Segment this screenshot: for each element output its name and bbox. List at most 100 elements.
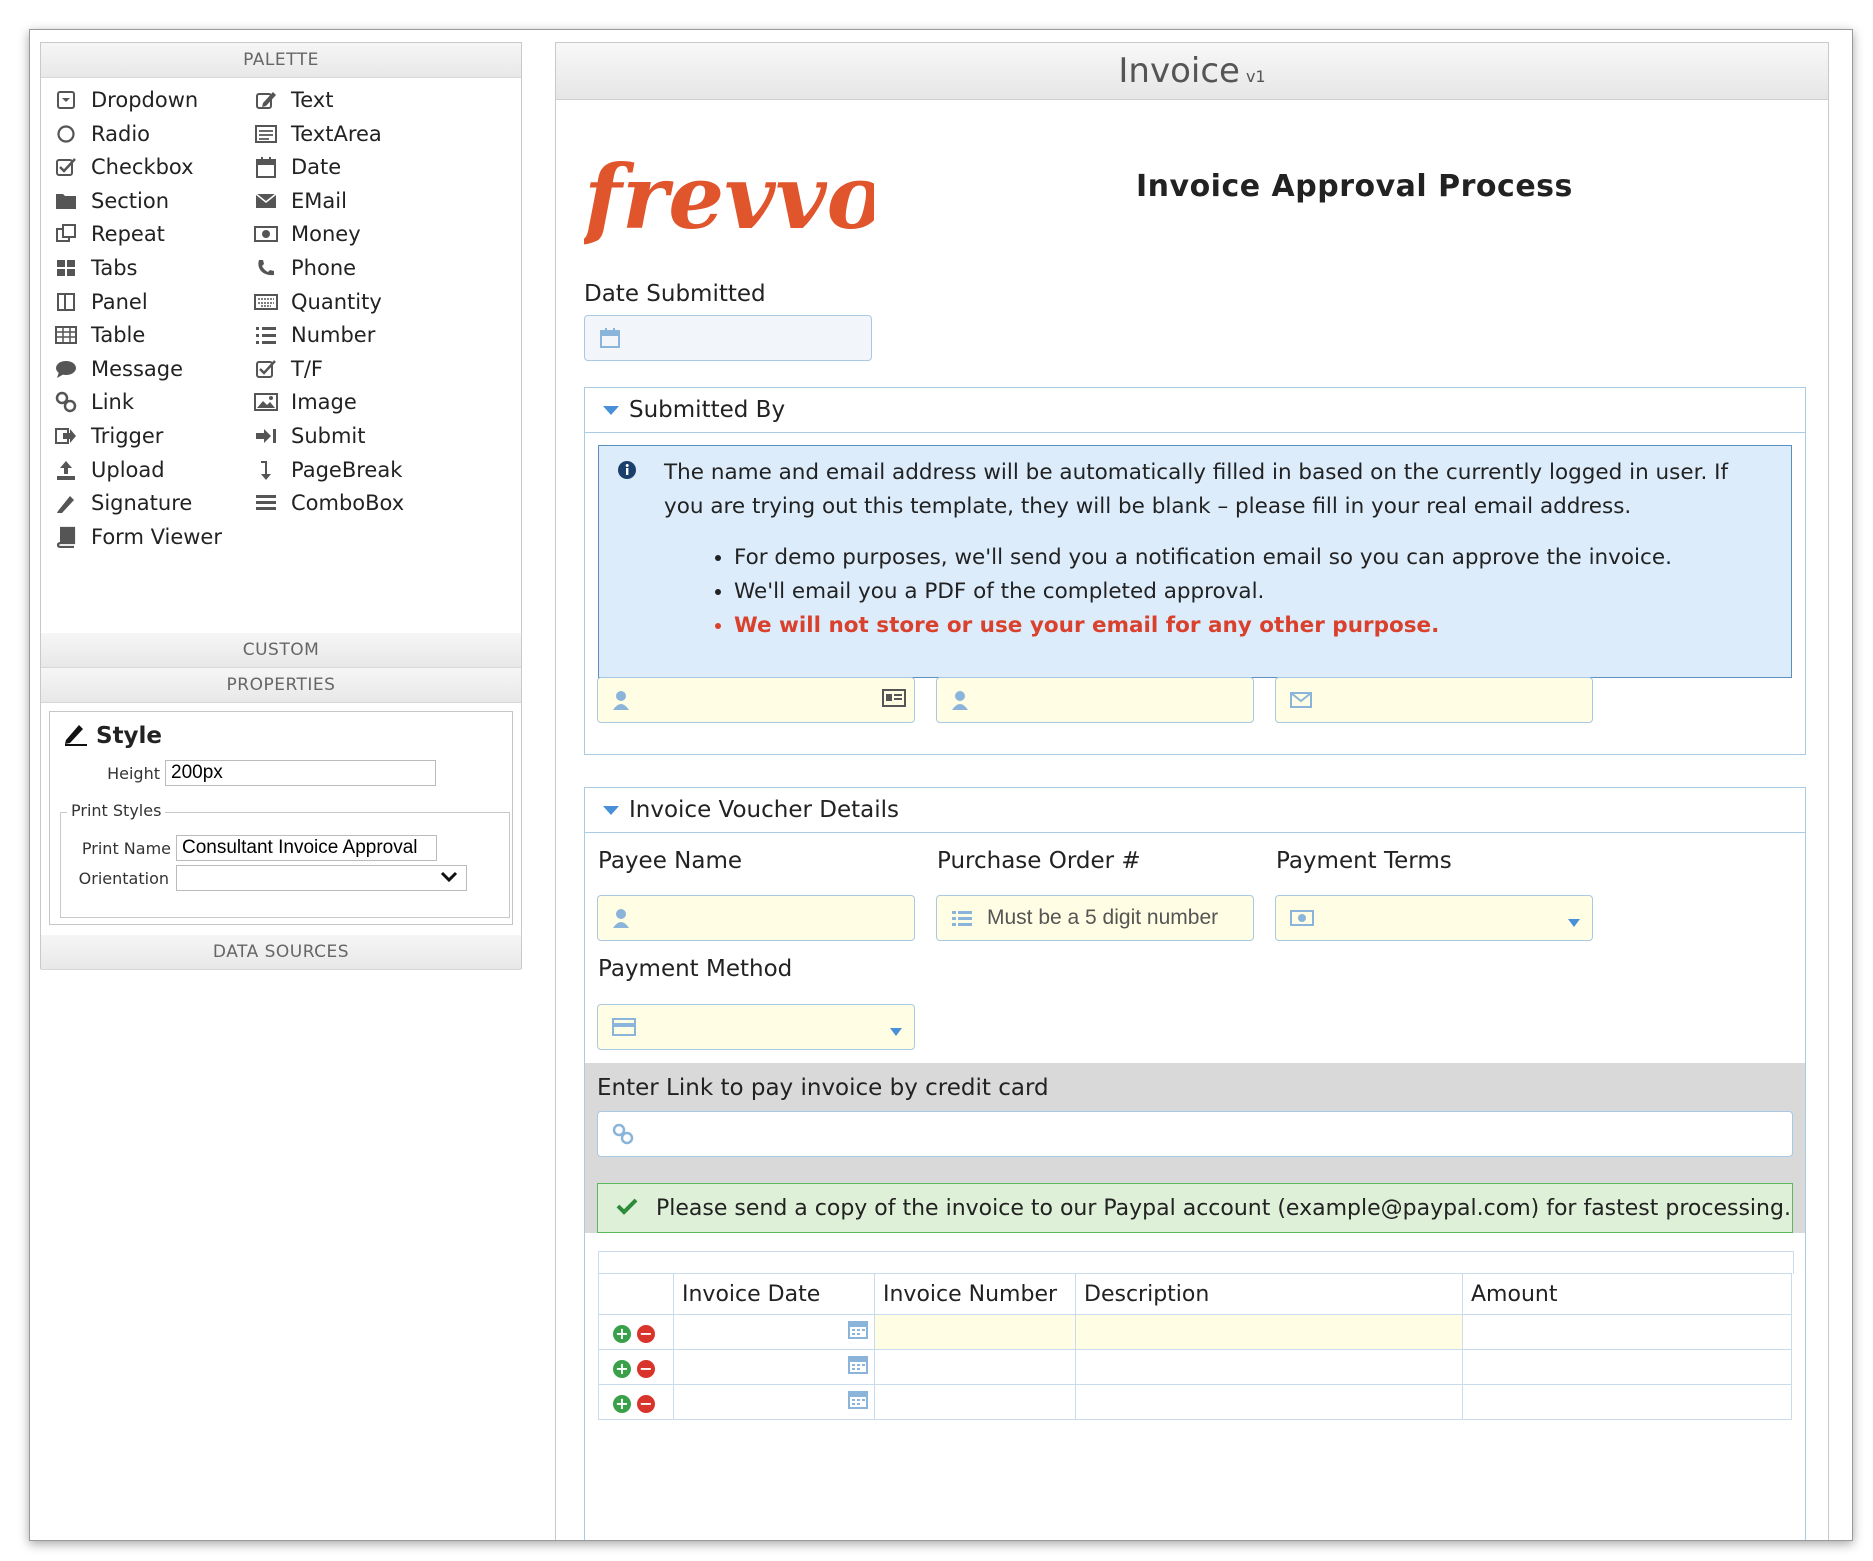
palette-item-email[interactable]: EMail <box>253 189 347 213</box>
invoice-date-cell[interactable] <box>673 1349 875 1385</box>
palette-item-combobox[interactable]: ComboBox <box>253 491 404 515</box>
palette-item-trigger[interactable]: Trigger <box>53 424 163 448</box>
palette-item-link[interactable]: Link <box>53 390 134 414</box>
table-caption-bar <box>598 1251 1794 1274</box>
palette-item-radio[interactable]: Radio <box>53 122 150 146</box>
calendar-icon[interactable] <box>848 1355 868 1380</box>
calendar-icon[interactable] <box>848 1320 868 1345</box>
palette-item-phone[interactable]: Phone <box>253 256 356 280</box>
info-bullets: For demo purposes, we'll send you a noti… <box>709 541 1672 643</box>
purchase-order-input[interactable]: Must be a 5 digit number <box>936 895 1254 941</box>
invoice-voucher-header[interactable]: Invoice Voucher Details <box>585 788 1805 833</box>
invoice-date-cell[interactable] <box>673 1314 875 1350</box>
palette-item-submit[interactable]: Submit <box>253 424 366 448</box>
remove-row-icon[interactable]: − <box>637 1394 655 1413</box>
palette-item-number[interactable]: Number <box>253 323 375 347</box>
amount-cell[interactable] <box>1462 1349 1792 1385</box>
palette-item-repeat[interactable]: Repeat <box>53 222 165 246</box>
money-icon <box>1290 909 1314 927</box>
credit-card-link-input[interactable] <box>597 1111 1793 1157</box>
table-header-invoice-date: Invoice Date <box>673 1273 875 1315</box>
payment-terms-label: Payment Terms <box>1276 848 1452 874</box>
custom-header[interactable]: CUSTOM <box>41 633 521 668</box>
info-text: The name and email address will be autom… <box>664 460 1729 519</box>
palette-item-label: Money <box>291 222 361 247</box>
dropdown-icon <box>53 89 79 111</box>
table-row: + − <box>598 1314 1792 1350</box>
add-row-icon[interactable]: + <box>613 1394 631 1413</box>
palette-item-label: Phone <box>291 256 357 280</box>
invoice-number-cell[interactable] <box>874 1349 1076 1385</box>
table-header-amount: Amount <box>1462 1273 1792 1315</box>
palette-item-upload[interactable]: Upload <box>53 458 165 482</box>
palette-item-label: Image <box>291 390 357 415</box>
palette-item-section[interactable]: Section <box>53 189 169 213</box>
collapse-triangle-icon[interactable] <box>603 405 619 415</box>
payment-method-select[interactable] <box>597 1004 915 1050</box>
palette-header[interactable]: PALETTE <box>41 43 521 78</box>
invoice-number-cell[interactable] <box>874 1384 1076 1420</box>
repeat-icon <box>53 223 79 245</box>
panel-icon <box>53 291 79 313</box>
height-input[interactable]: 200px <box>165 760 436 786</box>
date-submitted-input[interactable] <box>584 315 872 361</box>
palette-item-form-viewer[interactable]: Form Viewer <box>53 525 222 549</box>
first-name-input[interactable] <box>597 677 915 723</box>
amount-cell[interactable] <box>1462 1384 1792 1420</box>
submitted-by-title: Submitted By <box>629 397 786 423</box>
orientation-select[interactable] <box>176 865 467 891</box>
palette-item-date[interactable]: Date <box>253 155 341 179</box>
palette-item-message[interactable]: Message <box>53 357 183 381</box>
table-header-invoice-number: Invoice Number <box>874 1273 1076 1315</box>
add-row-icon[interactable]: + <box>613 1324 631 1343</box>
palette-item-textarea[interactable]: TextArea <box>253 122 382 146</box>
data-sources-header[interactable]: DATA SOURCES <box>41 935 521 970</box>
height-label: Height <box>107 764 160 783</box>
palette-item-label: Signature <box>91 491 193 516</box>
palette-item-text[interactable]: Text <box>253 88 333 112</box>
caret-down-icon[interactable] <box>890 1021 902 1040</box>
amount-cell[interactable] <box>1462 1314 1792 1350</box>
user-icon <box>612 908 630 928</box>
calendar-icon[interactable] <box>848 1390 868 1415</box>
form-canvas: Invoice v1 frevvo Invoice Approval Proces… <box>555 42 1829 1540</box>
palette-item-panel[interactable]: Panel <box>53 290 148 314</box>
trigger-icon <box>53 425 79 447</box>
add-row-icon[interactable]: + <box>613 1359 631 1378</box>
palette-item-checkbox[interactable]: Checkbox <box>53 155 194 179</box>
description-cell[interactable] <box>1075 1384 1463 1420</box>
remove-row-icon[interactable]: − <box>637 1324 655 1343</box>
print-name-input[interactable]: Consultant Invoice Approval <box>176 835 437 861</box>
calendar-icon <box>599 327 621 349</box>
remove-row-icon[interactable]: − <box>637 1359 655 1378</box>
palette-item-signature[interactable]: Signature <box>53 491 192 515</box>
palette-item-image[interactable]: Image <box>253 390 357 414</box>
left-panel: PALETTE Dropdown Radio Checkbox Section Repe… <box>40 42 522 970</box>
email-input[interactable] <box>1275 677 1593 723</box>
checkmark-icon <box>616 1196 638 1221</box>
palette-item-label: Text <box>291 88 334 112</box>
submitted-by-header[interactable]: Submitted By <box>585 388 1805 433</box>
payment-terms-select[interactable] <box>1275 895 1593 941</box>
phone-icon <box>253 257 279 279</box>
invoice-number-cell[interactable] <box>874 1314 1076 1350</box>
palette-item-quantity[interactable]: Quantity <box>253 290 382 314</box>
last-name-input[interactable] <box>936 677 1254 723</box>
collapse-triangle-icon[interactable] <box>603 805 619 815</box>
palette-item-tabs[interactable]: Tabs <box>53 256 138 280</box>
palette-item-t-f[interactable]: T/F <box>253 357 323 381</box>
invoice-date-cell[interactable] <box>673 1384 875 1420</box>
description-cell[interactable] <box>1075 1314 1463 1350</box>
id-card-icon[interactable] <box>882 689 906 711</box>
palette-item-table[interactable]: Table <box>53 323 145 347</box>
caret-down-icon[interactable] <box>1568 912 1580 931</box>
palette-item-dropdown[interactable]: Dropdown <box>53 88 198 112</box>
table-header-description: Description <box>1075 1273 1463 1315</box>
properties-header[interactable]: PROPERTIES <box>41 668 521 703</box>
purchase-order-placeholder: Must be a 5 digit number <box>987 906 1219 929</box>
description-cell[interactable] <box>1075 1349 1463 1385</box>
palette-item-money[interactable]: Money <box>253 222 361 246</box>
palette-item-pagebreak[interactable]: PageBreak <box>253 458 402 482</box>
payee-name-input[interactable] <box>597 895 915 941</box>
row-controls: + − <box>598 1349 674 1385</box>
